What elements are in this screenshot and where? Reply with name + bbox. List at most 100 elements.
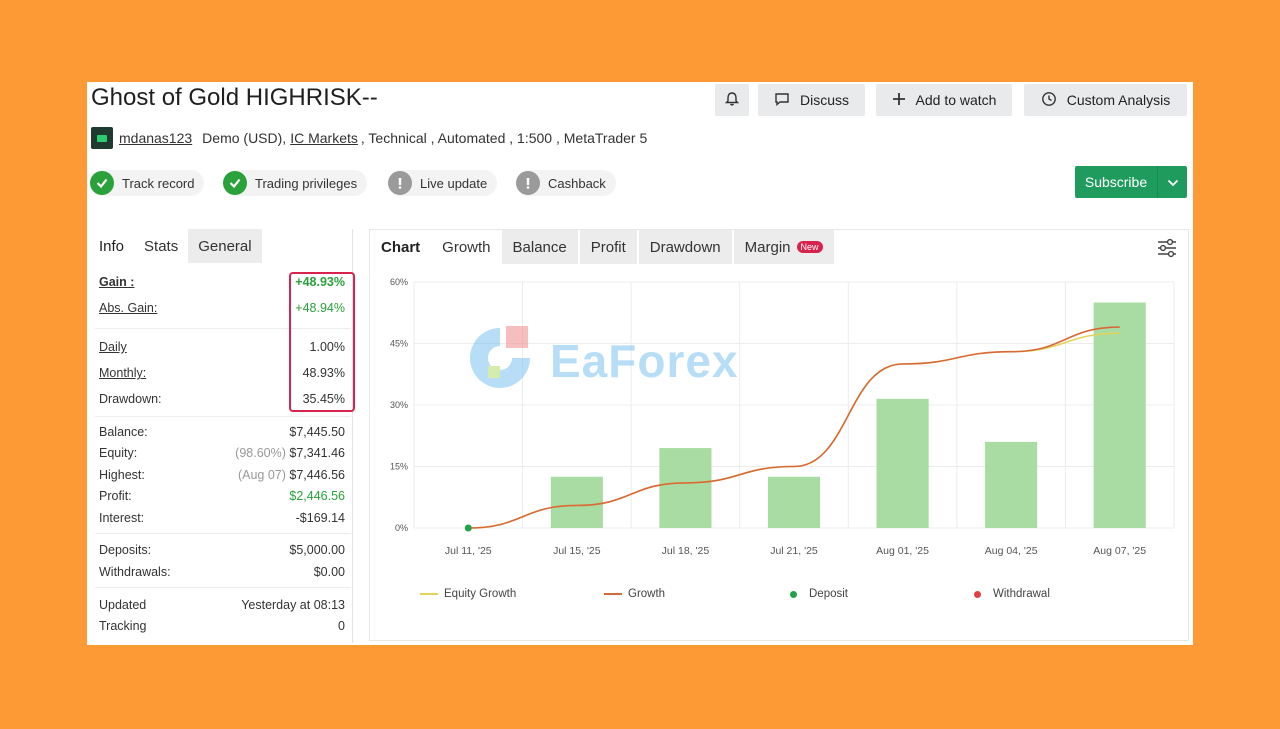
add-to-watch-label: Add to watch [915, 92, 997, 108]
divider [95, 587, 351, 588]
subscribe-dropdown[interactable] [1157, 166, 1187, 198]
custom-analysis-button[interactable]: Custom Analysis [1024, 84, 1187, 116]
stat-label[interactable]: Gain : [99, 275, 134, 289]
stat-label[interactable]: Daily [99, 340, 127, 354]
notify-button[interactable] [715, 84, 749, 116]
growth-chart: 0% 15% 30% 45% 60% Jul 11, '25 Jul 15, '25 Jul … [390, 277, 1175, 557]
stats-tabs: Info Stats General [89, 229, 352, 263]
discuss-label: Discuss [799, 92, 849, 108]
stat-label: Equity: [99, 446, 138, 460]
stat-value: $2,446.56 [289, 489, 345, 503]
highlight-box [289, 272, 355, 412]
stat-label[interactable]: Abs. Gain: [99, 301, 157, 315]
legend-withdrawal[interactable]: Withdrawal [974, 588, 1050, 600]
stat-label: Highest: [99, 468, 145, 482]
legend-label: Growth [628, 588, 666, 600]
page-title: Ghost of Gold HIGHRISK-- [91, 84, 378, 111]
stat-highest: Highest: (Aug 07) $7,446.56 [99, 468, 345, 482]
avatar[interactable] [91, 127, 113, 149]
stat-label: Profit: [99, 489, 132, 503]
badge-trading-privileges[interactable]: Trading privileges [223, 170, 368, 196]
stat-profit: Profit: $2,446.56 [99, 489, 345, 503]
x-tick-label: Jul 18, '25 [662, 545, 710, 557]
plus-icon [892, 92, 906, 109]
account-meta: mdanas123 Demo (USD), IC Markets , Techn… [91, 127, 647, 149]
y-tick-label: 45% [390, 339, 408, 349]
bar [1093, 302, 1146, 528]
tab-balance[interactable]: Balance [501, 230, 580, 264]
subscribe-button[interactable]: Subscribe [1075, 166, 1187, 198]
y-tick-label: 0% [395, 523, 408, 533]
chevron-down-icon [1167, 174, 1179, 190]
tab-growth[interactable]: Growth [431, 230, 501, 264]
stat-value: $7,445.50 [289, 425, 345, 439]
broker-link[interactable]: IC Markets [290, 130, 358, 146]
tab-stats[interactable]: Stats [134, 229, 188, 263]
legend-label: Equity Growth [444, 588, 517, 600]
y-tick-label: 30% [390, 400, 408, 410]
tab-info[interactable]: Info [89, 229, 134, 263]
legend-deposit[interactable]: Deposit [790, 588, 848, 600]
clock-icon [1041, 91, 1057, 110]
stat-balance: Balance: $7,445.50 [99, 425, 345, 439]
badge-live-update[interactable]: Live update [388, 170, 498, 196]
add-to-watch-button[interactable]: Add to watch [876, 84, 1012, 116]
tab-chart[interactable]: Chart [370, 230, 431, 264]
check-circle-icon [223, 171, 247, 195]
stat-value: $7,341.46 [289, 446, 345, 460]
chart-tabs: Chart Growth Balance Profit Drawdown Mar… [370, 230, 836, 264]
badge-label: Trading privileges [255, 175, 358, 191]
y-tick-label: 15% [390, 462, 408, 472]
legend-equity-growth[interactable]: Equity Growth [420, 588, 516, 600]
stat-updated: Updated Yesterday at 08:13 [99, 598, 345, 612]
badge-track-record[interactable]: Track record [90, 170, 205, 196]
tab-margin-label: Margin [744, 238, 791, 256]
bar [767, 476, 821, 528]
badge-label: Track record [122, 175, 195, 191]
tab-drawdown[interactable]: Drawdown [638, 230, 734, 264]
new-badge: New [796, 241, 823, 253]
legend-swatch [974, 590, 981, 598]
badge-label: Cashback [548, 175, 606, 191]
stat-value: -$169.14 [295, 511, 345, 525]
badge-cashback[interactable]: Cashback [516, 170, 616, 196]
deposit-point [464, 524, 472, 532]
stat-label: Tracking [99, 619, 147, 633]
check-circle-icon [90, 171, 114, 195]
comment-icon [774, 91, 790, 110]
x-tick-label: Jul 15, '25 [553, 545, 601, 557]
exclamation-circle-icon [388, 171, 412, 195]
bar [550, 476, 603, 528]
x-tick-label: Jul 21, '25 [770, 545, 818, 557]
divider [95, 416, 351, 417]
x-tick-label: Aug 04, '25 [985, 545, 1038, 557]
tab-margin[interactable]: Margin New [733, 230, 836, 264]
stat-tracking: Tracking 0 [99, 619, 345, 633]
tab-profit[interactable]: Profit [579, 230, 639, 264]
username-link[interactable]: mdanas123 [119, 130, 192, 146]
legend-label: Deposit [809, 588, 848, 600]
stats-panel: Info Stats General Gain : +48.93% Abs. G… [89, 229, 355, 643]
stat-value: 0 [338, 619, 345, 633]
stat-label: Interest: [99, 511, 145, 525]
stat-label[interactable]: Monthly: [99, 366, 146, 380]
y-tick-label: 60% [390, 277, 408, 287]
stat-note: (Aug 07) [237, 468, 286, 482]
subscribe-label: Subscribe [1084, 174, 1148, 190]
stat-value: $5,000.00 [289, 543, 345, 557]
x-tick-label: Aug 01, '25 [876, 545, 929, 557]
legend-label: Withdrawal [993, 588, 1050, 600]
legend-growth[interactable]: Growth [604, 588, 665, 600]
x-tick-label: Aug 07, '25 [1093, 545, 1146, 557]
tab-general[interactable]: General [188, 229, 262, 263]
signal-panel: Ghost of Gold HIGHRISK-- Discuss Add to … [87, 82, 1193, 645]
stat-withdrawals: Withdrawals: $0.00 [99, 565, 345, 579]
discuss-button[interactable]: Discuss [758, 84, 865, 116]
legend-swatch [604, 593, 622, 595]
stat-label: Deposits: [99, 543, 152, 557]
stat-label: Withdrawals: [99, 565, 171, 579]
stat-label: Updated [99, 598, 147, 612]
stat-label: Drawdown: [99, 392, 162, 406]
divider [95, 533, 351, 534]
chart-settings-button[interactable] [1156, 238, 1178, 263]
